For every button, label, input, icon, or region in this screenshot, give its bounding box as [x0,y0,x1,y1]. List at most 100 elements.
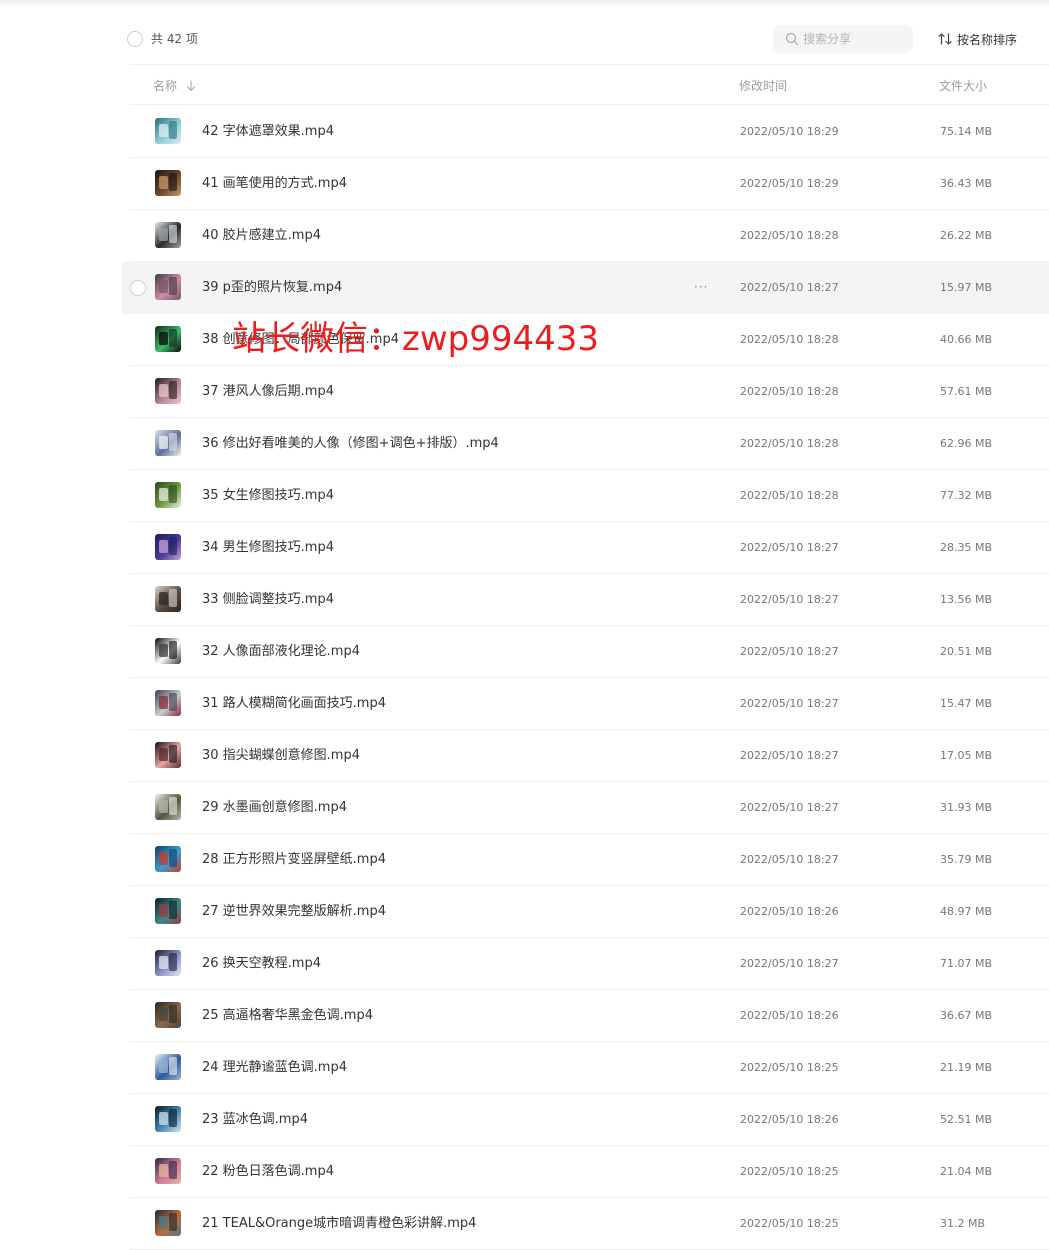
video-thumbnail [155,1210,181,1236]
file-modified-time: 2022/05/10 18:27 [740,957,839,970]
video-thumbnail [155,170,181,196]
video-thumbnail [155,898,181,924]
column-header-modified[interactable]: 修改时间 [739,77,787,94]
file-name[interactable]: 23 蓝冰色调.mp4 [202,1111,308,1128]
file-modified-time: 2022/05/10 18:26 [740,1113,839,1126]
file-size: 17.05 MB [940,749,993,762]
file-name[interactable]: 27 逆世界效果完整版解析.mp4 [202,903,386,920]
file-row[interactable]: 39 p歪的照片恢复.mp4 ··· 2022/05/10 18:27 15.97 M… [0,262,1049,314]
file-row[interactable]: 34 男生修图技巧.mp4···2022/05/10 18:2728.35 MB [0,522,1049,574]
file-name[interactable]: 26 换天空教程.mp4 [202,955,321,972]
file-row[interactable]: 33 侧脸调整技巧.mp4···2022/05/10 18:2713.56 MB [0,574,1049,626]
file-row[interactable]: 37 港风人像后期.mp4···2022/05/10 18:2857.61 MB [0,366,1049,418]
watermark-text: 站长微信：zwp994433 [232,319,600,359]
video-thumbnail [155,482,181,508]
file-name[interactable]: 25 高逼格奢华黑金色调.mp4 [202,1007,373,1024]
select-all-radio[interactable] [127,31,143,47]
file-modified-time: 2022/05/10 18:28 [740,489,839,502]
arrow-down-icon [186,79,196,91]
video-thumbnail [155,950,181,976]
file-modified-time: 2022/05/10 18:27 [740,541,839,554]
file-row[interactable]: 31 路人模糊简化画面技巧.mp4···2022/05/10 18:2715.4… [0,678,1049,730]
file-modified-time: 2022/05/10 18:27 [740,281,839,294]
table-header: 名称 修改时间 文件大小 [130,64,1049,105]
video-thumbnail [155,586,181,612]
file-modified-time: 2022/05/10 18:28 [740,333,839,346]
file-name[interactable]: 33 侧脸调整技巧.mp4 [202,591,334,608]
video-thumbnail [155,1158,181,1184]
video-thumbnail [155,222,181,248]
video-thumbnail [155,430,181,456]
file-row[interactable]: 42 字体遮罩效果.mp4···2022/05/10 18:2975.14 MB [0,106,1049,158]
column-name-label: 名称 [153,79,178,93]
file-size: 26.22 MB [940,229,993,242]
file-row[interactable]: 30 指尖蝴蝶创意修图.mp4···2022/05/10 18:2717.05 … [0,730,1049,782]
video-thumbnail [155,274,181,300]
video-thumbnail [155,1054,181,1080]
file-size: 20.51 MB [940,645,993,658]
file-size: 48.97 MB [940,905,993,918]
file-name[interactable]: 40 胶片感建立.mp4 [202,227,321,244]
file-name[interactable]: 39 p歪的照片恢复.mp4 [202,279,342,296]
file-row[interactable]: 23 蓝冰色调.mp4···2022/05/10 18:2652.51 MB [0,1094,1049,1146]
column-header-size[interactable]: 文件大小 [939,77,987,94]
file-name[interactable]: 29 水墨画创意修图.mp4 [202,799,347,816]
file-name[interactable]: 37 港风人像后期.mp4 [202,383,334,400]
search-icon [785,32,799,46]
video-thumbnail [155,1106,181,1132]
file-size: 75.14 MB [940,125,993,138]
file-row[interactable]: 28 正方形照片变竖屏壁纸.mp4···2022/05/10 18:2735.7… [0,834,1049,886]
more-options-icon[interactable]: ··· [694,280,708,294]
file-size: 31.2 MB [940,1217,986,1230]
file-name[interactable]: 42 字体遮罩效果.mp4 [202,123,334,140]
file-name[interactable]: 24 理光静谧蓝色调.mp4 [202,1059,347,1076]
file-name[interactable]: 30 指尖蝴蝶创意修图.mp4 [202,747,360,764]
file-size: 40.66 MB [940,333,993,346]
file-size: 15.47 MB [940,697,993,710]
file-name[interactable]: 41 画笔使用的方式.mp4 [202,175,347,192]
file-modified-time: 2022/05/10 18:27 [740,697,839,710]
file-row[interactable]: 27 逆世界效果完整版解析.mp4···2022/05/10 18:2648.9… [0,886,1049,938]
file-row[interactable]: 36 修出好看唯美的人像（修图+调色+排版）.mp4···2022/05/10 … [0,418,1049,470]
video-thumbnail [155,742,181,768]
file-row[interactable]: 26 换天空教程.mp4···2022/05/10 18:2771.07 MB [0,938,1049,990]
file-row[interactable]: 40 胶片感建立.mp4···2022/05/10 18:2826.22 MB [0,210,1049,262]
search-input[interactable] [803,30,903,48]
file-name[interactable]: 34 男生修图技巧.mp4 [202,539,334,556]
file-modified-time: 2022/05/10 18:25 [740,1061,839,1074]
video-thumbnail [155,690,181,716]
file-size: 62.96 MB [940,437,993,450]
video-thumbnail [155,326,181,352]
file-size: 13.56 MB [940,593,993,606]
file-name[interactable]: 31 路人模糊简化画面技巧.mp4 [202,695,386,712]
video-thumbnail [155,638,181,664]
file-name[interactable]: 28 正方形照片变竖屏壁纸.mp4 [202,851,386,868]
file-row[interactable]: 22 粉色日落色调.mp4···2022/05/10 18:2521.04 MB [0,1146,1049,1198]
search-box[interactable] [773,25,913,53]
file-row[interactable]: 21 TEAL&Orange城市暗调青橙色彩讲解.mp4···2022/05/1… [0,1198,1049,1250]
file-name[interactable]: 22 粉色日落色调.mp4 [202,1163,334,1180]
video-thumbnail [155,1002,181,1028]
file-name[interactable]: 21 TEAL&Orange城市暗调青橙色彩讲解.mp4 [202,1215,476,1232]
total-count-label: 共 42 项 [151,32,198,46]
file-name[interactable]: 36 修出好看唯美的人像（修图+调色+排版）.mp4 [202,435,499,452]
sort-by-name-button[interactable]: 按名称排序 [938,30,1017,48]
sort-arrows-icon [938,33,952,45]
file-name[interactable]: 35 女生修图技巧.mp4 [202,487,334,504]
sort-label: 按名称排序 [957,32,1018,47]
file-row[interactable]: 29 水墨画创意修图.mp4···2022/05/10 18:2731.93 M… [0,782,1049,834]
file-size: 35.79 MB [940,853,993,866]
file-size: 28.35 MB [940,541,993,554]
file-name[interactable]: 32 人像面部液化理论.mp4 [202,643,360,660]
video-thumbnail [155,118,181,144]
file-row[interactable]: 24 理光静谧蓝色调.mp4···2022/05/10 18:2521.19 M… [0,1042,1049,1094]
file-row[interactable]: 35 女生修图技巧.mp4···2022/05/10 18:2877.32 MB [0,470,1049,522]
file-row[interactable]: 32 人像面部液化理论.mp4···2022/05/10 18:2720.51 … [0,626,1049,678]
video-thumbnail [155,794,181,820]
file-size: 36.43 MB [940,177,993,190]
file-row[interactable]: 41 画笔使用的方式.mp4···2022/05/10 18:2936.43 M… [0,158,1049,210]
file-row[interactable]: 25 高逼格奢华黑金色调.mp4···2022/05/10 18:2636.67… [0,990,1049,1042]
row-select-radio[interactable] [130,280,146,296]
column-header-name[interactable]: 名称 [153,77,196,94]
file-modified-time: 2022/05/10 18:29 [740,125,839,138]
